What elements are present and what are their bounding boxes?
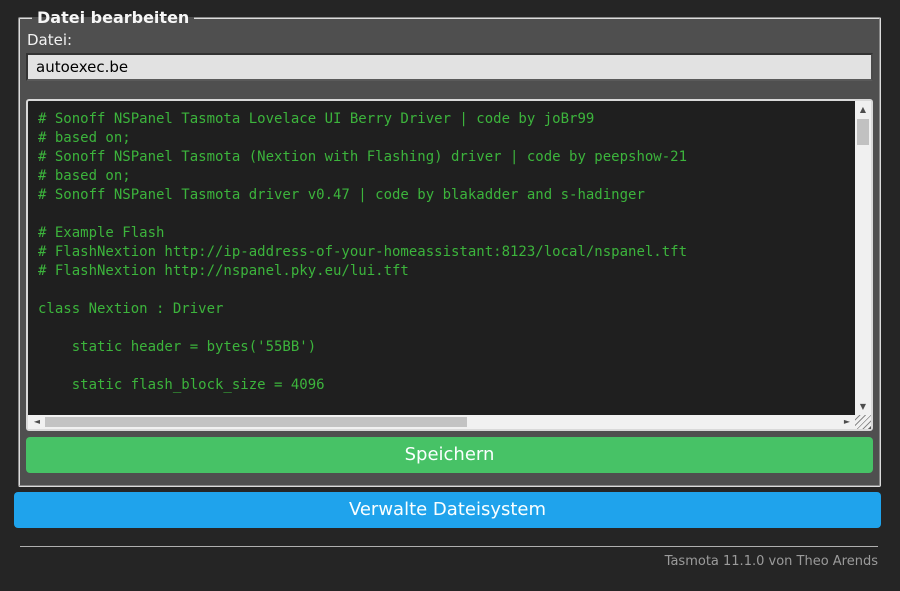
file-label: Datei: bbox=[27, 31, 73, 49]
manage-filesystem-button[interactable]: Verwalte Dateisystem bbox=[14, 492, 881, 528]
footer-divider bbox=[20, 546, 878, 547]
vertical-scrollbar[interactable]: ▲ ▼ bbox=[855, 101, 871, 415]
footer-version-text: Tasmota 11.1.0 von Theo Arends bbox=[664, 554, 878, 569]
save-button[interactable]: Speichern bbox=[26, 437, 873, 473]
resize-grip-icon[interactable] bbox=[855, 415, 871, 429]
filename-input[interactable] bbox=[26, 53, 873, 81]
vertical-scrollbar-thumb[interactable] bbox=[857, 119, 869, 145]
file-content-editor[interactable]: # Sonoff NSPanel Tasmota Lovelace UI Ber… bbox=[26, 99, 873, 431]
scroll-up-icon[interactable]: ▲ bbox=[855, 102, 871, 118]
horizontal-scrollbar[interactable]: ◄ ► bbox=[28, 415, 855, 429]
horizontal-scrollbar-thumb[interactable] bbox=[45, 417, 467, 427]
file-content-text[interactable]: # Sonoff NSPanel Tasmota Lovelace UI Ber… bbox=[28, 101, 855, 415]
edit-file-fieldset: Datei bearbeiten Datei: # Sonoff NSPanel… bbox=[18, 8, 881, 487]
scroll-down-icon[interactable]: ▼ bbox=[855, 399, 871, 415]
scroll-right-icon[interactable]: ► bbox=[839, 415, 855, 429]
scroll-left-icon[interactable]: ◄ bbox=[29, 415, 45, 429]
edit-file-legend: Datei bearbeiten bbox=[37, 8, 190, 27]
